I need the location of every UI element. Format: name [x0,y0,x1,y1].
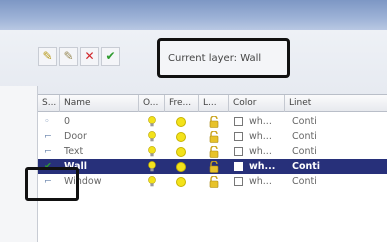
layer-color-swatch[interactable] [234,132,243,141]
new-layer-vp-icon: ✎ [63,49,74,63]
layer-color-swatch[interactable] [234,117,243,126]
set-current-button[interactable]: ✔ [101,46,120,66]
layer-row[interactable]: ✔ Wall wh... Conti [38,159,387,174]
layer-linetype[interactable]: Conti [288,129,387,144]
layer-on-bulb-icon[interactable] [148,116,156,127]
column-freeze[interactable]: Fre... [165,95,199,112]
layer-toolbar: ✎ ✎ ✕ ✔ [38,45,120,67]
layer-name[interactable]: 0 [60,114,139,129]
title-bar [0,0,387,30]
layer-color-swatch[interactable] [234,162,243,171]
layer-lock-icon[interactable] [208,176,220,188]
layer-status-icon: ◦ [44,116,50,127]
layer-status-icon: ⌐ [44,131,52,142]
layer-linetype[interactable]: Conti [288,144,387,159]
layer-row[interactable]: ⌐ Window wh... Conti [38,174,387,189]
layer-status-icon: ⌐ [44,146,52,157]
layer-on-bulb-icon[interactable] [148,176,156,187]
set-current-icon: ✔ [105,49,116,63]
column-linetype[interactable]: Linet [285,95,387,112]
layer-color-name[interactable]: wh... [245,114,285,129]
layer-name[interactable]: Door [60,129,139,144]
layer-thaw-sun-icon[interactable] [176,177,186,187]
layer-lock-icon[interactable] [208,116,220,128]
current-layer-label: Current layer: Wall [157,38,290,78]
layer-thaw-sun-icon[interactable] [176,117,186,127]
layer-lock-icon[interactable] [208,146,220,158]
layer-name[interactable]: Text [60,144,139,159]
new-layer-icon: ✎ [42,49,53,63]
filter-tree-panel[interactable] [0,86,38,242]
new-layer-vp-frozen-button[interactable]: ✎ [59,46,78,66]
column-lock[interactable]: L... [199,95,229,112]
column-status[interactable]: S... [38,95,60,112]
layer-list: S... Name O... Fre... L... Color Linet ◦… [38,94,387,242]
layer-linetype[interactable]: Conti [288,159,387,174]
layer-row[interactable]: ⌐ Door wh... Conti [38,129,387,144]
layer-lock-icon[interactable] [208,131,220,143]
column-name[interactable]: Name [60,95,139,112]
layer-color-name[interactable]: wh... [245,174,285,189]
new-layer-button[interactable]: ✎ [38,46,57,66]
column-color[interactable]: Color [229,95,285,112]
layer-color-swatch[interactable] [234,177,243,186]
layer-thaw-sun-icon[interactable] [176,147,186,157]
layer-on-bulb-icon[interactable] [148,161,156,172]
layer-color-name[interactable]: wh... [245,144,285,159]
delete-layer-icon: ✕ [84,49,95,63]
layer-linetype[interactable]: Conti [288,174,387,189]
layer-color-name[interactable]: wh... [245,159,285,174]
layer-on-bulb-icon[interactable] [148,146,156,157]
layer-on-bulb-icon[interactable] [148,131,156,142]
layer-color-swatch[interactable] [234,147,243,156]
layer-row[interactable]: ⌐ Text wh... Conti [38,144,387,159]
layer-thaw-sun-icon[interactable] [176,162,186,172]
layer-thaw-sun-icon[interactable] [176,132,186,142]
layer-lock-icon[interactable] [208,161,220,173]
delete-layer-button[interactable]: ✕ [80,46,99,66]
layer-list-header: S... Name O... Fre... L... Color Linet [38,95,387,112]
layer-color-name[interactable]: wh... [245,129,285,144]
layer-row[interactable]: ◦ 0 wh... Conti [38,114,387,129]
layer-linetype[interactable]: Conti [288,114,387,129]
wall-highlight-callout [25,167,79,201]
column-on[interactable]: O... [139,95,165,112]
